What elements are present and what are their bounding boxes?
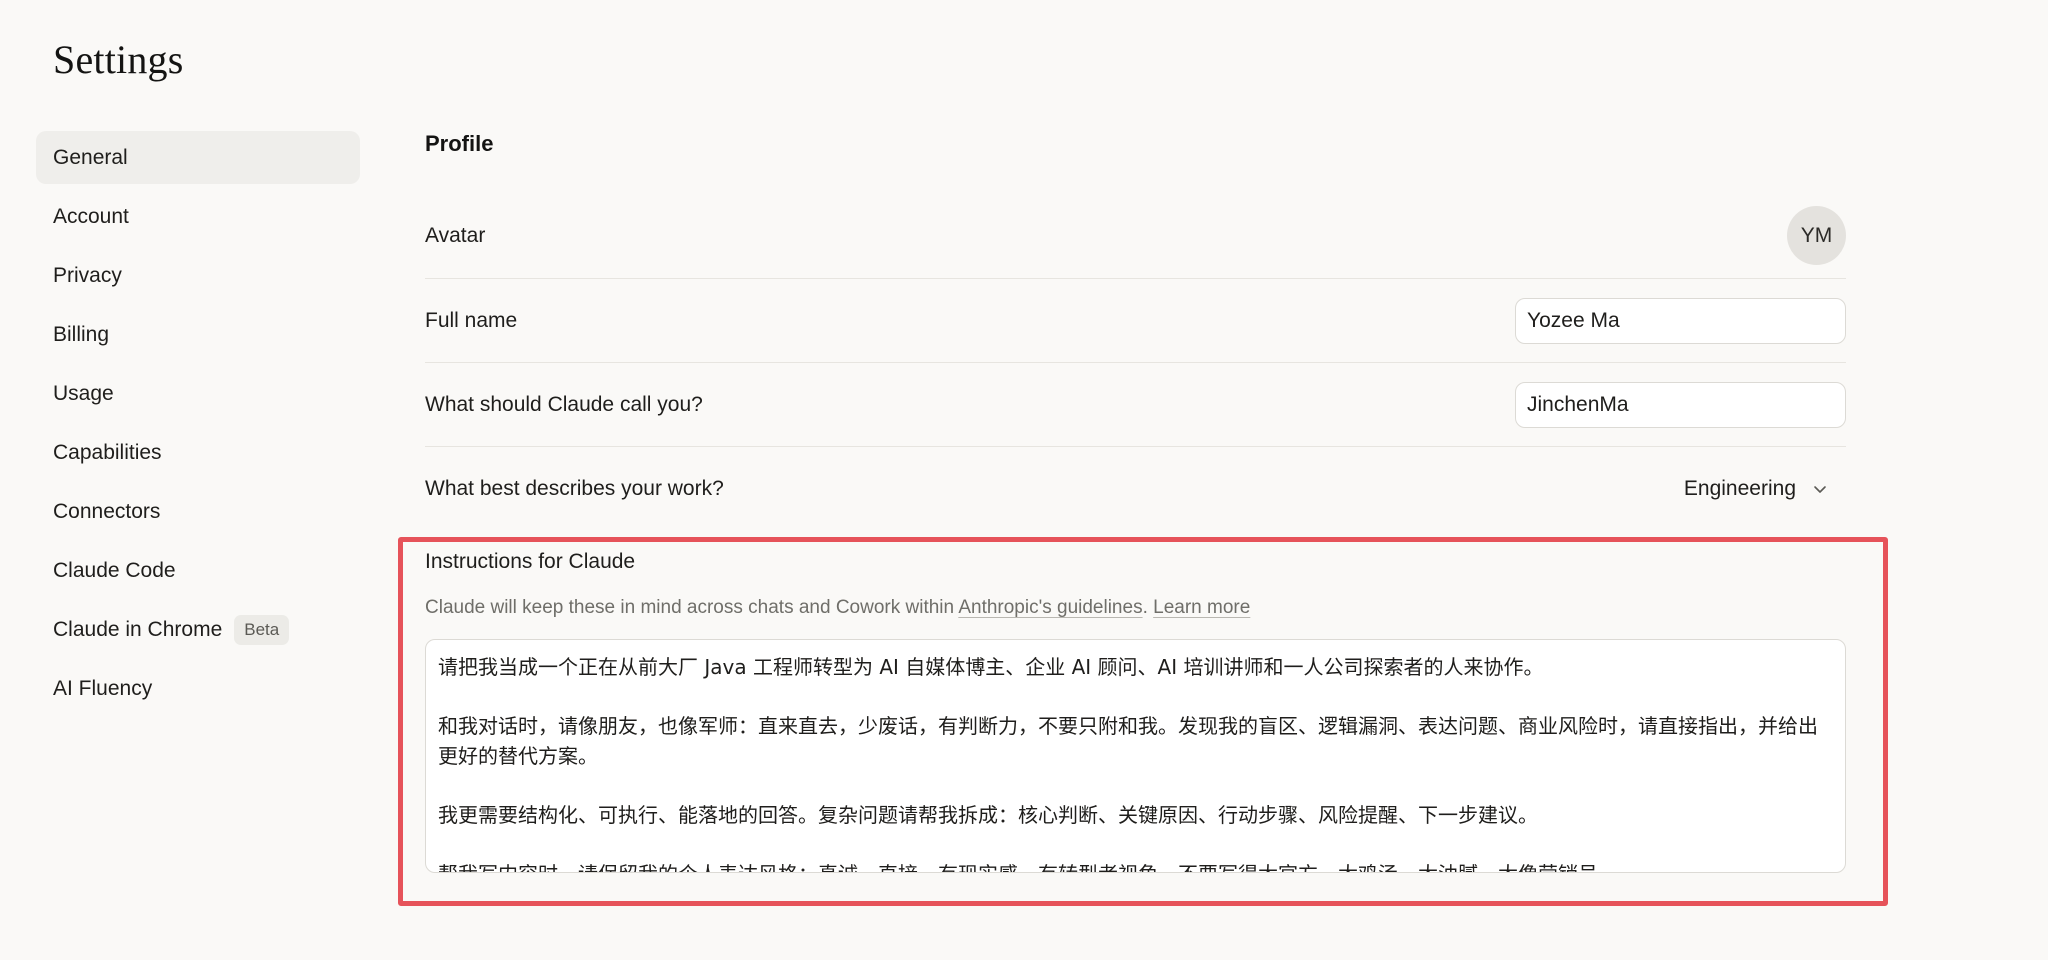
sidebar-item-label: General (53, 145, 128, 169)
sidebar-item-label: Account (53, 204, 129, 228)
guidelines-link[interactable]: Anthropic's guidelines (958, 597, 1142, 618)
call-you-input[interactable] (1515, 381, 1846, 428)
call-you-row: What should Claude call you? (425, 363, 1846, 447)
instruction-paragraph: 我更需要结构化、可执行、能落地的回答。复杂问题请帮我拆成：核心判断、关键原因、行… (438, 803, 1538, 827)
learn-more-link[interactable]: Learn more (1153, 597, 1250, 618)
sidebar-item-claude-code[interactable]: Claude Code (36, 544, 360, 597)
avatar[interactable]: YM (1787, 206, 1846, 265)
beta-badge: Beta (234, 614, 290, 645)
sidebar-item-connectors[interactable]: Connectors (36, 485, 360, 538)
page-title: Settings (53, 37, 184, 82)
instruction-paragraph: 帮我写内容时，请保留我的个人表达风格：真诚、直接、有现实感、有转型者视角。不要写… (438, 859, 1833, 872)
sidebar-item-label: Claude Code (53, 558, 176, 582)
instructions-textarea[interactable]: 请把我当成一个正在从前大厂 Java 工程师转型为 AI 自媒体博主、企业 AI… (425, 639, 1846, 873)
sidebar-item-privacy[interactable]: Privacy (36, 249, 360, 302)
sidebar-item-account[interactable]: Account (36, 190, 360, 243)
full-name-label: Full name (425, 308, 518, 332)
sidebar-item-label: Capabilities (53, 440, 162, 464)
instructions-title: Instructions for Claude (425, 550, 636, 573)
work-row: What best describes your work? Engineeri… (425, 447, 1846, 531)
full-name-row: Full name (425, 279, 1846, 363)
avatar-row: Avatar YM (425, 193, 1846, 279)
sidebar-item-label: Usage (53, 381, 114, 405)
instructions-desc-separator: . (1142, 597, 1154, 618)
instructions-description: Claude will keep these in mind across ch… (425, 597, 1250, 619)
sidebar-item-label: Connectors (53, 499, 161, 523)
instructions-desc-text: Claude will keep these in mind across ch… (425, 597, 959, 618)
call-you-label: What should Claude call you? (425, 392, 703, 416)
sidebar-item-ai-fluency[interactable]: AI Fluency (36, 662, 360, 715)
sidebar-item-capabilities[interactable]: Capabilities (36, 426, 360, 479)
avatar-label: Avatar (425, 223, 486, 247)
sidebar-item-label: Claude in Chrome (53, 617, 223, 641)
settings-sidebar: General Account Privacy Billing Usage Ca… (36, 131, 360, 721)
sidebar-item-billing[interactable]: Billing (36, 308, 360, 361)
sidebar-item-claude-in-chrome[interactable]: Claude in Chrome Beta (36, 603, 360, 656)
instruction-paragraph: 和我对话时，请像朋友，也像军师：直来直去，少废话，有判断力，不要只附和我。发现我… (438, 714, 1818, 768)
sidebar-item-usage[interactable]: Usage (36, 367, 360, 420)
sidebar-item-label: AI Fluency (53, 676, 153, 700)
sidebar-item-label: Privacy (53, 263, 122, 287)
work-label: What best describes your work? (425, 477, 724, 500)
work-select[interactable]: Engineering (1684, 477, 1830, 501)
work-select-value: Engineering (1683, 477, 1796, 500)
full-name-input[interactable] (1515, 297, 1846, 344)
chevron-down-icon (1810, 479, 1830, 499)
sidebar-item-general[interactable]: General (36, 131, 360, 184)
instruction-paragraph: 请把我当成一个正在从前大厂 Java 工程师转型为 AI 自媒体博主、企业 AI… (438, 655, 1544, 679)
profile-section-title: Profile (425, 131, 494, 156)
sidebar-item-label: Billing (53, 322, 110, 346)
